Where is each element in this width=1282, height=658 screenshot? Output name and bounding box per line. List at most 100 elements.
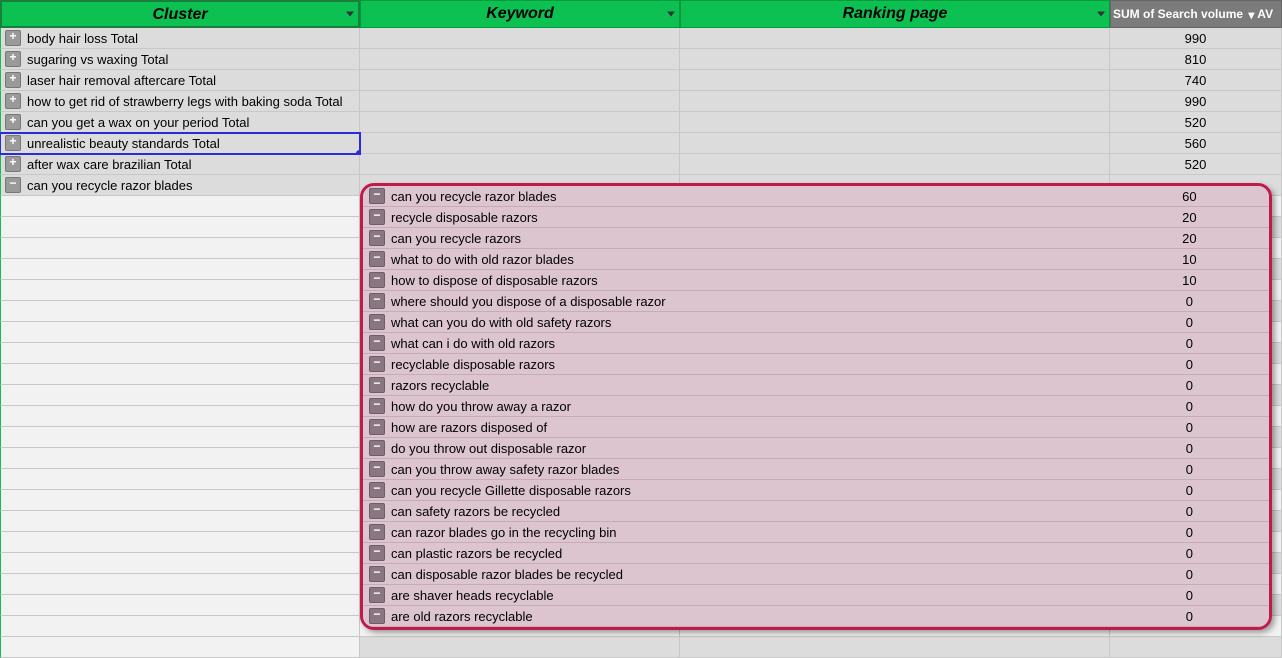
callout-row[interactable]: −can safety razors be recycled0 <box>363 501 1269 522</box>
cluster-cell[interactable]: +unrealistic beauty standards Total <box>0 133 360 154</box>
header-ranking[interactable]: Ranking page <box>680 0 1110 28</box>
callout-keyword-cell[interactable]: −can you recycle Gillette disposable raz… <box>363 480 1110 500</box>
callout-sum-cell[interactable]: 60 <box>1110 186 1269 206</box>
callout-keyword-cell[interactable]: −can razor blades go in the recycling bi… <box>363 522 1110 542</box>
callout-sum-cell[interactable]: 0 <box>1110 585 1269 605</box>
ranking-cell[interactable] <box>680 49 1110 70</box>
callout-sum-cell[interactable]: 0 <box>1110 522 1269 542</box>
expand-icon[interactable]: + <box>5 114 21 130</box>
selection-handle[interactable] <box>356 150 360 154</box>
filter-icon[interactable] <box>346 12 354 17</box>
collapse-icon[interactable]: − <box>369 545 385 561</box>
collapse-icon[interactable]: − <box>369 335 385 351</box>
callout-row[interactable]: −recycle disposable razors20 <box>363 207 1269 228</box>
expand-icon[interactable]: + <box>5 156 21 172</box>
callout-keyword-cell[interactable]: −what can i do with old razors <box>363 333 1110 353</box>
cluster-cell[interactable]: −can you recycle razor blades <box>0 175 360 196</box>
collapse-icon[interactable]: − <box>369 209 385 225</box>
callout-keyword-cell[interactable]: −are old razors recyclable <box>363 606 1110 626</box>
collapse-icon[interactable]: − <box>369 398 385 414</box>
callout-keyword-cell[interactable]: −how to dispose of disposable razors <box>363 270 1110 290</box>
callout-row[interactable]: −can plastic razors be recycled0 <box>363 543 1269 564</box>
callout-row[interactable]: −can you recycle Gillette disposable raz… <box>363 480 1269 501</box>
sum-cell[interactable]: 990 <box>1110 28 1282 49</box>
keyword-cell[interactable] <box>360 49 680 70</box>
sum-cell[interactable]: 560 <box>1110 133 1282 154</box>
cluster-cell[interactable]: +how to get rid of strawberry legs with … <box>0 91 360 112</box>
callout-row[interactable]: −what can i do with old razors0 <box>363 333 1269 354</box>
callout-sum-cell[interactable]: 0 <box>1110 396 1269 416</box>
callout-row[interactable]: −what can you do with old safety razors0 <box>363 312 1269 333</box>
callout-keyword-cell[interactable]: −can you recycle razors <box>363 228 1110 248</box>
callout-row[interactable]: −are old razors recyclable0 <box>363 606 1269 627</box>
callout-sum-cell[interactable]: 0 <box>1110 606 1269 626</box>
callout-keyword-cell[interactable]: −can plastic razors be recycled <box>363 543 1110 563</box>
callout-keyword-cell[interactable]: −can you throw away safety razor blades <box>363 459 1110 479</box>
expand-icon[interactable]: + <box>5 93 21 109</box>
cluster-row[interactable]: +can you get a wax on your period Total5… <box>0 112 1282 133</box>
callout-sum-cell[interactable]: 20 <box>1110 207 1269 227</box>
callout-keyword-cell[interactable]: −can safety razors be recycled <box>363 501 1110 521</box>
callout-keyword-cell[interactable]: −what can you do with old safety razors <box>363 312 1110 332</box>
expand-icon[interactable]: + <box>5 135 21 151</box>
callout-keyword-cell[interactable]: −can you recycle razor blades <box>363 186 1110 206</box>
collapse-icon[interactable]: − <box>369 251 385 267</box>
cluster-cell[interactable]: +body hair loss Total <box>0 28 360 49</box>
collapse-icon[interactable]: − <box>369 272 385 288</box>
callout-row[interactable]: −recyclable disposable razors0 <box>363 354 1269 375</box>
callout-sum-cell[interactable]: 0 <box>1110 438 1269 458</box>
keyword-cell[interactable] <box>360 112 680 133</box>
cluster-cell[interactable]: +laser hair removal aftercare Total <box>0 70 360 91</box>
callout-keyword-cell[interactable]: −are shaver heads recyclable <box>363 585 1110 605</box>
callout-sum-cell[interactable]: 0 <box>1110 333 1269 353</box>
keyword-cell[interactable] <box>360 133 680 154</box>
callout-row[interactable]: −how to dispose of disposable razors10 <box>363 270 1269 291</box>
collapse-icon[interactable]: − <box>369 587 385 603</box>
cluster-row[interactable]: +laser hair removal aftercare Total740 <box>0 70 1282 91</box>
cluster-cell[interactable]: +sugaring vs waxing Total <box>0 49 360 70</box>
cluster-row[interactable]: +how to get rid of strawberry legs with … <box>0 91 1282 112</box>
expand-icon[interactable]: + <box>5 51 21 67</box>
header-sum[interactable]: SUM of Search volume ▾ AV <box>1110 0 1282 28</box>
cluster-row[interactable]: +body hair loss Total 990 <box>0 28 1282 49</box>
callout-sum-cell[interactable]: 0 <box>1110 417 1269 437</box>
keyword-cell[interactable] <box>360 70 680 91</box>
collapse-icon[interactable]: − <box>369 377 385 393</box>
collapse-icon[interactable]: − <box>369 440 385 456</box>
header-keyword[interactable]: Keyword <box>360 0 680 28</box>
cluster-row[interactable]: +after wax care brazilian Total520 <box>0 154 1282 175</box>
callout-sum-cell[interactable]: 0 <box>1110 312 1269 332</box>
callout-sum-cell[interactable]: 0 <box>1110 459 1269 479</box>
collapse-icon[interactable]: − <box>369 356 385 372</box>
callout-row[interactable]: −do you throw out disposable razor0 <box>363 438 1269 459</box>
callout-sum-cell[interactable]: 0 <box>1110 543 1269 563</box>
funnel-icon[interactable]: ▾ <box>1248 2 1254 28</box>
collapse-icon[interactable]: − <box>369 314 385 330</box>
expand-icon[interactable]: + <box>5 30 21 46</box>
expand-icon[interactable]: + <box>5 72 21 88</box>
collapse-icon[interactable]: − <box>369 608 385 624</box>
sum-cell[interactable]: 520 <box>1110 112 1282 133</box>
callout-keyword-cell[interactable]: −how do you throw away a razor <box>363 396 1110 416</box>
ranking-cell[interactable] <box>680 28 1110 49</box>
filter-icon[interactable] <box>667 12 675 17</box>
header-cluster[interactable]: Cluster <box>0 0 360 28</box>
callout-row[interactable]: −can razor blades go in the recycling bi… <box>363 522 1269 543</box>
callout-row[interactable]: −how are razors disposed of0 <box>363 417 1269 438</box>
callout-sum-cell[interactable]: 0 <box>1110 564 1269 584</box>
ranking-cell[interactable] <box>680 154 1110 175</box>
callout-keyword-cell[interactable]: −how are razors disposed of <box>363 417 1110 437</box>
callout-sum-cell[interactable]: 0 <box>1110 291 1269 311</box>
callout-row[interactable]: −where should you dispose of a disposabl… <box>363 291 1269 312</box>
callout-keyword-cell[interactable]: −razors recyclable <box>363 375 1110 395</box>
callout-row[interactable]: −can disposable razor blades be recycled… <box>363 564 1269 585</box>
callout-keyword-cell[interactable]: −where should you dispose of a disposabl… <box>363 291 1110 311</box>
callout-keyword-cell[interactable]: −do you throw out disposable razor <box>363 438 1110 458</box>
callout-keyword-cell[interactable]: −recyclable disposable razors <box>363 354 1110 374</box>
callout-keyword-cell[interactable]: −can disposable razor blades be recycled <box>363 564 1110 584</box>
collapse-icon[interactable]: − <box>369 503 385 519</box>
callout-row[interactable]: −what to do with old razor blades10 <box>363 249 1269 270</box>
cluster-row[interactable]: +sugaring vs waxing Total810 <box>0 49 1282 70</box>
collapse-icon[interactable]: − <box>369 482 385 498</box>
callout-sum-cell[interactable]: 20 <box>1110 228 1269 248</box>
